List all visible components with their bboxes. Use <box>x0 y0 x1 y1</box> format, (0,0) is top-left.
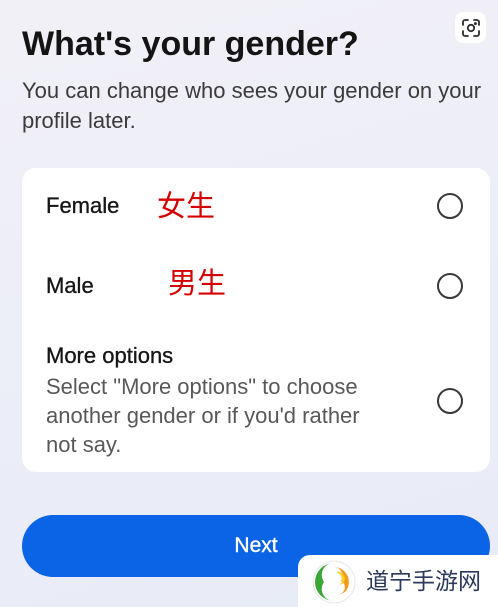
lens-scan-icon <box>461 18 480 37</box>
page-subtitle: You can change who sees your gender on y… <box>22 78 482 133</box>
watermark: 道宁手游网 <box>298 555 498 607</box>
swirl-logo-icon <box>312 560 356 604</box>
lens-scan-button[interactable] <box>455 12 486 43</box>
watermark-text: 道宁手游网 <box>366 569 481 595</box>
radio-more-options[interactable] <box>437 388 463 414</box>
page-title: What's your gender? <box>22 25 359 63</box>
option-more-options-label: More options <box>46 343 174 368</box>
gender-options-card: Female 女生 Male 男生 More options Select "M… <box>22 168 490 472</box>
radio-male[interactable] <box>437 273 463 299</box>
option-male-label: Male <box>46 273 94 298</box>
option-female-label: Female <box>46 193 120 218</box>
radio-female[interactable] <box>437 193 463 219</box>
option-more-options-description: Select "More options" to choose another … <box>46 374 360 457</box>
option-male-annotation: 男生 <box>168 266 227 300</box>
option-female-annotation: 女生 <box>157 189 216 223</box>
